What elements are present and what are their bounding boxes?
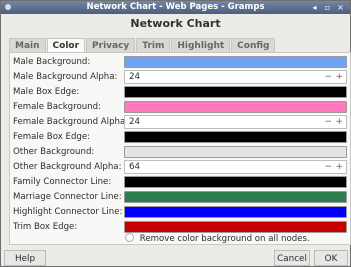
title-bar: Network Chart - Web Pages - Gramps ◂ ▫ × <box>1 1 350 14</box>
decrement-icon[interactable]: − <box>324 161 332 173</box>
color-picker-button[interactable] <box>124 206 347 218</box>
minimize-icon[interactable]: ◂ <box>309 2 320 13</box>
color-picker-button[interactable] <box>124 131 347 143</box>
setting-label: Other Background: <box>13 147 95 157</box>
setting-row: Highlight Connector Line: <box>10 205 350 220</box>
setting-row: Other Background Alpha: 64 − + <box>10 160 350 175</box>
setting-label: Other Background Alpha: <box>13 162 122 172</box>
increment-icon[interactable]: + <box>335 116 343 128</box>
setting-row: Other Background: <box>10 145 350 160</box>
remove-color-background-label: Remove color background on all nodes. <box>139 234 310 244</box>
alpha-value[interactable]: 24 <box>129 71 140 83</box>
setting-label: Female Background: <box>13 102 101 112</box>
color-picker-button[interactable] <box>124 221 347 233</box>
ok-button[interactable]: OK <box>314 250 348 266</box>
setting-label: Male Box Edge: <box>13 87 80 97</box>
setting-label: Male Background Alpha: <box>13 72 118 82</box>
alpha-spinbox[interactable]: 24 − + <box>124 115 347 129</box>
setting-row: Male Background Alpha: 24 − + <box>10 70 350 85</box>
remove-color-background-checkbox[interactable] <box>125 233 134 242</box>
setting-row: Male Box Edge: <box>10 85 350 100</box>
setting-row: Family Connector Line: <box>10 175 350 190</box>
cancel-button[interactable]: Cancel <box>274 250 310 266</box>
setting-label: Female Box Edge: <box>13 132 91 142</box>
tab-privacy[interactable]: Privacy <box>86 38 136 52</box>
setting-row: Female Box Edge: <box>10 130 350 145</box>
setting-label: Trim Box Edge: <box>13 222 78 232</box>
setting-label: Marriage Connector Line: <box>13 192 122 202</box>
help-button[interactable]: Help <box>4 250 46 266</box>
alpha-value[interactable]: 64 <box>129 161 140 173</box>
decrement-icon[interactable]: − <box>324 116 332 128</box>
alpha-value[interactable]: 24 <box>129 116 140 128</box>
close-icon[interactable]: × <box>335 2 346 13</box>
decrement-icon[interactable]: − <box>324 71 332 83</box>
color-picker-button[interactable] <box>124 56 347 68</box>
tab-highlight[interactable]: Highlight <box>171 38 231 52</box>
alpha-spinbox[interactable]: 24 − + <box>124 70 347 84</box>
tab-bar: Main Color Privacy Trim Highlight Config <box>9 38 276 53</box>
tab-color[interactable]: Color <box>46 38 86 53</box>
color-picker-button[interactable] <box>124 191 347 203</box>
increment-icon[interactable]: + <box>335 161 343 173</box>
setting-label: Family Connector Line: <box>13 177 112 187</box>
setting-row: Female Background: <box>10 100 350 115</box>
color-picker-button[interactable] <box>124 101 347 113</box>
setting-row: Male Background: <box>10 55 350 70</box>
dialog-heading: Network Chart <box>130 17 221 30</box>
color-picker-button[interactable] <box>124 176 347 188</box>
color-picker-button[interactable] <box>124 86 347 98</box>
maximize-icon[interactable]: ▫ <box>322 2 333 13</box>
tab-trim[interactable]: Trim <box>136 38 171 52</box>
dialog-window: Network Chart - Web Pages - Gramps ◂ ▫ ×… <box>0 0 351 267</box>
remove-color-background-option[interactable]: Remove color background on all nodes. <box>125 233 310 245</box>
setting-row: Marriage Connector Line: <box>10 190 350 205</box>
tab-main[interactable]: Main <box>9 38 46 52</box>
increment-icon[interactable]: + <box>335 71 343 83</box>
color-picker-button[interactable] <box>124 146 347 158</box>
setting-label: Female Background Alpha: <box>13 117 129 127</box>
setting-row: Female Background Alpha: 24 − + <box>10 115 350 130</box>
setting-label: Highlight Connector Line: <box>13 207 123 217</box>
setting-label: Male Background: <box>13 57 91 67</box>
color-settings-panel: Male Background: Male Background Alpha: 24… <box>9 52 351 245</box>
window-title: Network Chart - Web Pages - Gramps <box>86 2 265 12</box>
alpha-spinbox[interactable]: 64 − + <box>124 160 347 174</box>
tab-config[interactable]: Config <box>231 38 276 52</box>
